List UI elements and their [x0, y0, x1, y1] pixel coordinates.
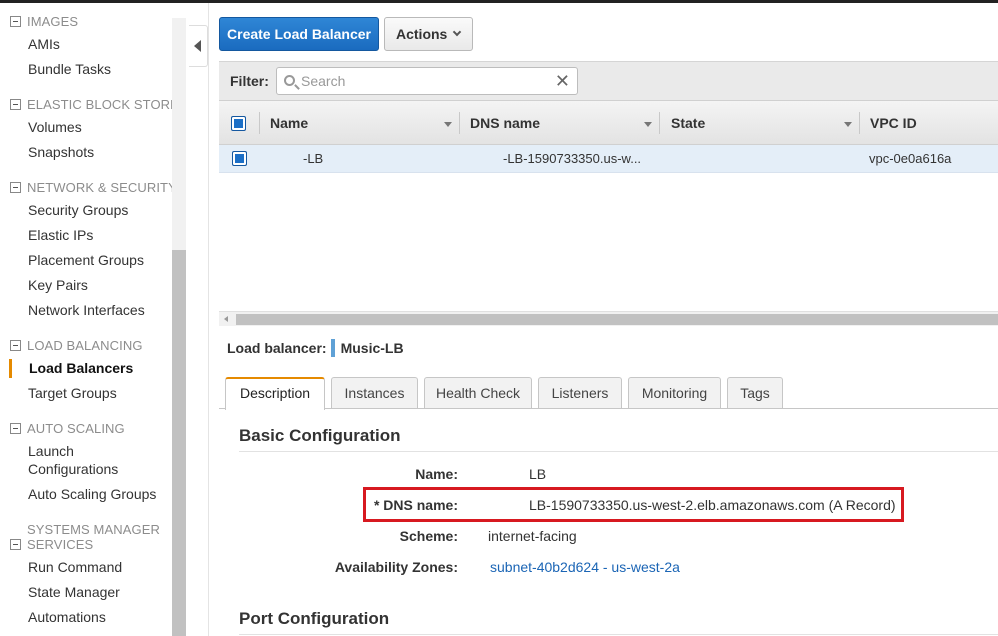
lb-label-accent — [330, 339, 335, 357]
basic-configuration-title: Basic Configuration — [239, 426, 401, 445]
sidebar-item-network-interfaces[interactable]: Network Interfaces — [28, 301, 145, 319]
sidebar-item-amis[interactable]: AMIs — [28, 35, 60, 53]
sidebar-section-systems-manager[interactable]: SYSTEMS MANAGER — [10, 522, 160, 537]
sidebar-item-security-groups[interactable]: Security Groups — [28, 201, 128, 219]
clear-search-icon[interactable]: ✕ — [555, 72, 570, 90]
actions-label: Actions — [396, 26, 448, 42]
collapse-minus-icon[interactable] — [10, 16, 21, 27]
tab-tags[interactable]: Tags — [727, 377, 783, 409]
column-separator[interactable] — [659, 112, 660, 134]
chevron-down-icon — [452, 27, 462, 37]
row-checkbox[interactable] — [232, 151, 247, 166]
tab-monitoring[interactable]: Monitoring — [628, 377, 721, 409]
column-separator — [259, 112, 260, 134]
dns-highlight-box — [363, 487, 904, 522]
active-tab-mask — [226, 408, 324, 409]
column-separator[interactable] — [459, 112, 460, 134]
sidebar-item-placement-groups[interactable]: Placement Groups — [28, 251, 144, 269]
sidebar-section-ebs[interactable]: ELASTIC BLOCK STORE — [10, 97, 179, 112]
name-label: Name: — [415, 466, 458, 482]
section-divider — [239, 634, 998, 635]
tab-health-check[interactable]: Health Check — [424, 377, 532, 409]
collapse-sidebar-button[interactable] — [189, 25, 208, 67]
cell-vpc-id: vpc-0e0a616a — [869, 151, 952, 166]
sort-caret-icon[interactable] — [844, 122, 852, 127]
table-header: Name DNS name State VPC ID — [219, 100, 998, 145]
sidebar-scrollbar-thumb[interactable] — [172, 250, 186, 636]
lb-label-text: Load balancer: — [227, 340, 327, 356]
scrollbar-thumb[interactable] — [236, 314, 998, 325]
sidebar-item-snapshots[interactable]: Snapshots — [28, 143, 94, 161]
chevron-left-icon — [194, 40, 201, 52]
search-input[interactable] — [301, 71, 551, 91]
filter-label: Filter: — [230, 73, 269, 89]
table-row[interactable]: -LB -LB-1590733350.us-w... vpc-0e0a616a — [219, 145, 998, 173]
sort-caret-icon[interactable] — [444, 122, 452, 127]
scroll-left-arrow-icon[interactable] — [224, 316, 228, 322]
panel-divider — [208, 3, 209, 636]
column-header-dns-name[interactable]: DNS name — [470, 115, 540, 131]
cell-dns-name: -LB-1590733350.us-w... — [503, 151, 642, 166]
name-value: LB — [529, 466, 547, 482]
sidebar-section-load-balancing[interactable]: LOAD BALANCING — [10, 338, 143, 353]
sidebar-section-images[interactable]: IMAGES — [10, 14, 78, 29]
sidebar-item-run-command[interactable]: Run Command — [28, 558, 122, 576]
collapse-minus-icon[interactable] — [10, 340, 21, 351]
availability-zones-link[interactable]: subnet-40b2d624 - us-west-2a — [490, 559, 680, 575]
scheme-label: Scheme: — [399, 528, 458, 544]
sidebar-item-launch-configurations[interactable]: Launch Configurations — [28, 442, 158, 478]
sidebar-section-auto-scaling[interactable]: AUTO SCALING — [10, 421, 125, 436]
availability-zones-label: Availability Zones: — [334, 559, 458, 575]
sidebar-item-state-manager[interactable]: State Manager — [28, 583, 120, 601]
column-header-vpc-id[interactable]: VPC ID — [870, 115, 917, 131]
collapse-minus-icon[interactable] — [10, 99, 21, 110]
port-configuration-title: Port Configuration — [239, 609, 390, 628]
sidebar-item-key-pairs[interactable]: Key Pairs — [28, 276, 88, 294]
collapse-minus-icon[interactable] — [10, 539, 21, 550]
selected-load-balancer-label: Load balancer: Music-LB — [227, 339, 404, 357]
lb-name: Music-LB — [340, 340, 404, 356]
sidebar-item-volumes[interactable]: Volumes — [28, 118, 82, 136]
sidebar-section-network-security[interactable]: NETWORK & SECURITY — [10, 180, 177, 195]
cell-name: -LB — [303, 151, 324, 166]
search-icon — [284, 75, 295, 86]
sidebar-item-elastic-ips[interactable]: Elastic IPs — [28, 226, 93, 244]
table-horizontal-scrollbar[interactable] — [219, 311, 998, 326]
column-header-name[interactable]: Name — [270, 115, 308, 131]
sidebar-item-load-balancers[interactable]: Load Balancers — [29, 359, 133, 377]
scheme-value: internet-facing — [488, 528, 577, 544]
sidebar-nav: IMAGES AMIs Bundle Tasks ELASTIC BLOCK S… — [0, 3, 188, 636]
sort-caret-icon[interactable] — [644, 122, 652, 127]
tabs-baseline — [219, 408, 998, 409]
select-all-checkbox[interactable] — [231, 116, 246, 131]
collapse-minus-icon[interactable] — [10, 423, 21, 434]
filter-bar: Filter: ✕ — [219, 61, 998, 100]
search-box[interactable]: ✕ — [276, 67, 578, 95]
actions-dropdown-button[interactable]: Actions — [384, 17, 473, 51]
tab-instances[interactable]: Instances — [331, 377, 418, 409]
column-separator[interactable] — [859, 112, 860, 134]
sidebar-item-automations[interactable]: Automations — [28, 608, 106, 626]
sidebar-item-target-groups[interactable]: Target Groups — [28, 384, 117, 402]
tab-description[interactable]: Description — [225, 377, 325, 410]
create-load-balancer-button[interactable]: Create Load Balancer — [219, 17, 379, 51]
sidebar-item-auto-scaling-groups[interactable]: Auto Scaling Groups — [28, 485, 156, 503]
column-header-state[interactable]: State — [671, 115, 705, 131]
tab-listeners[interactable]: Listeners — [538, 377, 622, 409]
sidebar-item-bundle-tasks[interactable]: Bundle Tasks — [28, 60, 111, 78]
collapse-minus-icon[interactable] — [10, 182, 21, 193]
sidebar-section-systems-manager-line2[interactable]: SERVICES — [10, 537, 93, 552]
active-indicator — [9, 359, 12, 378]
section-divider — [239, 451, 998, 452]
